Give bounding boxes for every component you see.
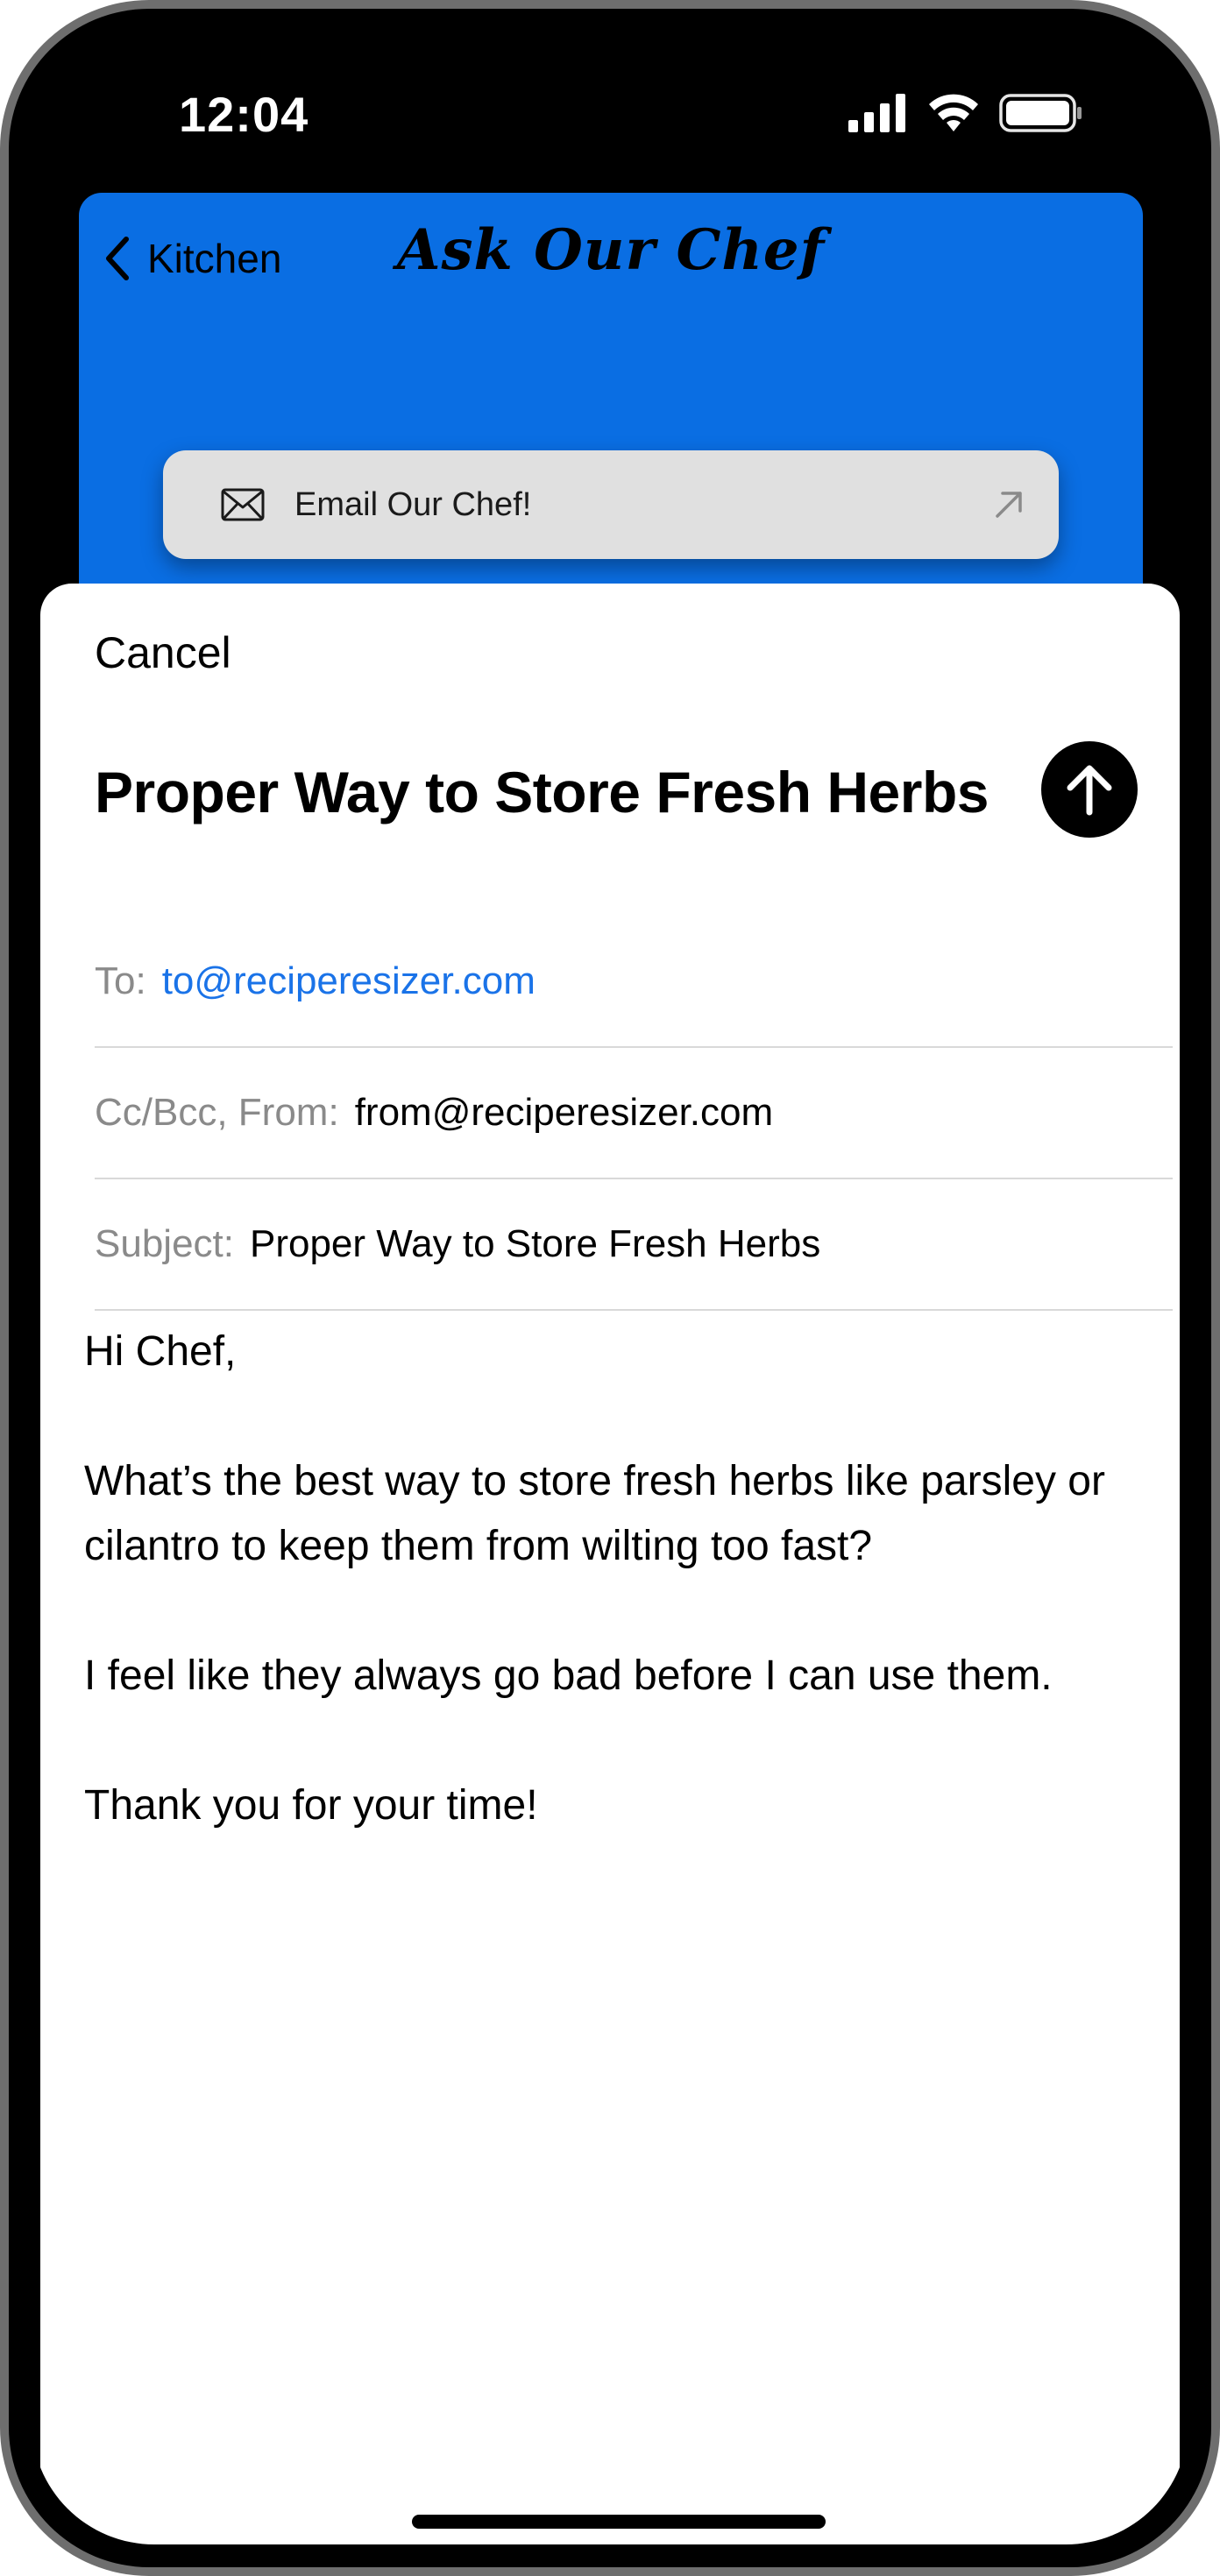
arrow-up-icon (1067, 765, 1112, 816)
body-paragraph: Hi Chef, (84, 1328, 237, 1375)
wifi-icon (929, 94, 978, 131)
to-label: To: (95, 959, 146, 1002)
body-paragraph: I feel like they always go bad before I … (84, 1652, 1053, 1699)
status-icons (848, 91, 1083, 135)
page-title: Ask Our Chef (396, 217, 826, 283)
subject-value[interactable]: Proper Way to Store Fresh Herbs (250, 1222, 820, 1266)
envelope-icon (221, 488, 265, 521)
body-paragraph: What’s the best way to store fresh herbs… (84, 1458, 1105, 1569)
status-bar: 12:04 (32, 32, 1188, 163)
message-body[interactable]: Hi Chef, What’s the best way to store fr… (84, 1320, 1162, 1903)
status-time: 12:04 (179, 87, 309, 142)
cellular-signal-icon (848, 94, 905, 132)
screen: 12:04 Kitchen Ask Our Chef Email Our Che… (32, 32, 1188, 2544)
send-button[interactable] (1041, 741, 1138, 838)
arrow-up-right-icon (996, 492, 1022, 518)
app-header: Kitchen Ask Our Chef Email Our Chef! (79, 193, 1143, 631)
mail-compose-sheet: Cancel Proper Way to Store Fresh Herbs T… (40, 584, 1180, 2544)
cancel-button[interactable]: Cancel (95, 627, 231, 678)
battery-icon (999, 94, 1082, 132)
home-indicator[interactable] (412, 2515, 826, 2529)
compose-title: Proper Way to Store Fresh Herbs (95, 760, 989, 824)
phone-frame: 12:04 Kitchen Ask Our Chef Email Our Che… (0, 0, 1220, 2576)
subject-field[interactable]: Subject: Proper Way to Store Fresh Herbs (95, 1179, 1173, 1311)
cc-bcc-from-label: Cc/Bcc, From: (95, 1091, 339, 1134)
phone-bezel: 12:04 Kitchen Ask Our Chef Email Our Che… (9, 9, 1211, 2567)
subject-label: Subject: (95, 1222, 234, 1265)
body-paragraph: Thank you for your time! (84, 1782, 538, 1829)
email-chef-button[interactable]: Email Our Chef! (163, 450, 1059, 559)
email-chef-label: Email Our Chef! (294, 485, 532, 523)
to-field[interactable]: To: to@reciperesizer.com (95, 916, 1173, 1048)
from-address: from@reciperesizer.com (354, 1091, 774, 1134)
to-recipient[interactable]: to@reciperesizer.com (162, 959, 536, 1003)
cc-bcc-from-field[interactable]: Cc/Bcc, From: from@reciperesizer.com (95, 1048, 1173, 1179)
